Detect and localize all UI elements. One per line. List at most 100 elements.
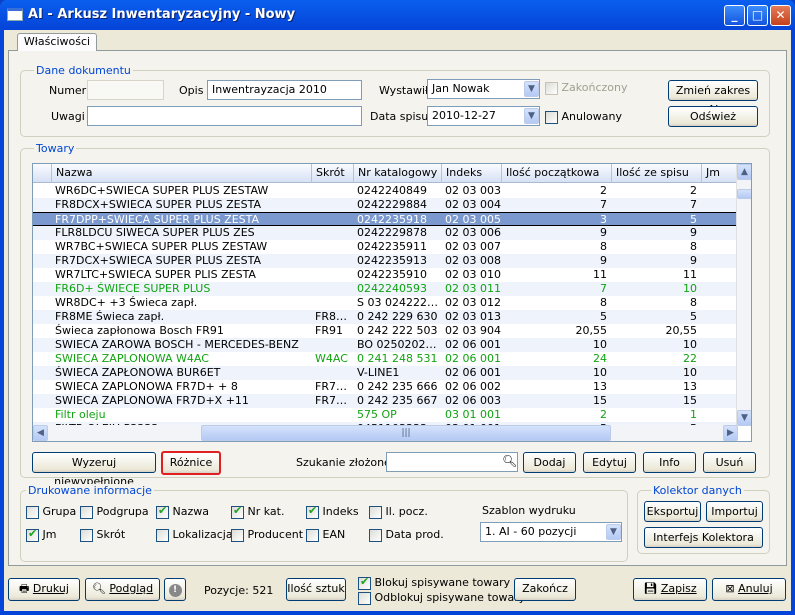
eksportuj-button[interactable]: Eksportuj — [644, 501, 701, 522]
scroll-down-icon[interactable]: ▼ — [737, 410, 751, 426]
print-option-checkbox[interactable]: Nr kat. — [231, 504, 284, 519]
uwagi-input[interactable] — [87, 106, 362, 126]
opis-input[interactable]: Inwentrayzacja 2010 — [207, 80, 362, 100]
scroll-up-icon[interactable]: ▲ — [737, 164, 751, 180]
print-option-checkbox[interactable]: Jm — [26, 527, 56, 542]
checkbox-box[interactable] — [26, 505, 39, 519]
table-row[interactable]: FR8DCX+SWIECA SUPER PLUS ZESTA 0242229884… — [33, 198, 738, 212]
checkbox-box[interactable] — [369, 528, 382, 542]
print-option-checkbox[interactable]: Lokalizacja — [156, 528, 233, 542]
table-row[interactable]: SWIECA ZAPLONOWA FR7D+ + 8 FR7… 0 242 235 … — [33, 380, 738, 394]
search-icon[interactable]: 🔍︎ — [502, 454, 517, 468]
print-option-checkbox[interactable]: EAN — [306, 528, 345, 542]
column-header-5[interactable]: Ilość ze spisu — [611, 164, 701, 183]
info-icon-button[interactable]: ! — [164, 578, 186, 601]
anuluj-button[interactable]: ⊠ Anuluj — [712, 578, 786, 601]
scroll-thumb[interactable] — [737, 189, 751, 199]
szukanie-input[interactable] — [386, 452, 518, 472]
wyzeruj-button[interactable]: Wyzeruj niewypełnione — [32, 452, 156, 488]
odblokuj-checkbox[interactable]: Odblokuj spisywane towary — [358, 591, 525, 605]
edytuj-button[interactable]: Edytuj — [583, 452, 636, 473]
drukuj-button[interactable]: 🖶 Drukuj — [8, 578, 80, 601]
numer-input[interactable] — [87, 80, 164, 100]
zakonczony-label: Zakończony — [561, 81, 628, 94]
table-row[interactable]: SWIECA ZAPLONOWA W4AC W4AC 0 241 248 531 02… — [33, 352, 738, 366]
table-row[interactable]: FR7DCX+SWIECA SUPER PLUS ZESTA 0242235913… — [33, 254, 738, 268]
print-option-checkbox[interactable]: Podgrupa — [80, 505, 149, 519]
print-option-checkbox[interactable]: Indeks — [306, 504, 359, 519]
szablon-select[interactable]: 1. AI - 60 pozycji ▼ — [480, 522, 622, 542]
horizontal-scrollbar[interactable]: ◀ ||| ▶ — [33, 425, 738, 441]
table-row[interactable]: FLR8LDCU SIWECA SUPER PLUS ZES 0242229878… — [33, 226, 738, 240]
anulowany-checkbox[interactable]: Anulowany — [545, 110, 622, 124]
zmien-zakres-button[interactable]: Zmień zakres AI — [668, 80, 758, 116]
table-row[interactable]: ŚWIECA ZAPŁONOWA BUR6ET V-LINE1 02 06 001 1… — [33, 366, 738, 380]
checkbox-box[interactable] — [306, 504, 319, 519]
print-option-checkbox[interactable]: Data prod. — [369, 528, 444, 542]
checkbox-box[interactable] — [358, 591, 371, 605]
table-row[interactable]: Filtr oleju 575 OP 03 01 001 2 1 — [33, 408, 738, 422]
table-row[interactable]: SWIECA ZAPLONOWA FR7D+X +11 FR7… 0 242 235… — [33, 394, 738, 408]
checkbox-box[interactable] — [369, 505, 382, 519]
table-row[interactable]: FR7DPP+SWIECA SUPER PLUS ZESTA 0242235918… — [33, 212, 738, 226]
close-button[interactable]: ✕ — [770, 5, 791, 26]
print-option-checkbox[interactable]: Il. pocz. — [369, 505, 428, 519]
tab-wlasciwosci[interactable]: Właściwości — [17, 33, 97, 51]
table-row[interactable]: WR6DC+SWIECA SUPER PLUS ZESTAW 0242240849… — [33, 184, 738, 198]
table-row[interactable]: FR6D+ ŚWIECE SUPER PLUS 0242240593 02 03 0… — [33, 282, 738, 296]
podglad-button[interactable]: 🔍︎ Podgląd — [85, 578, 160, 601]
print-option-checkbox[interactable]: Nazwa — [156, 504, 209, 519]
column-header-1[interactable]: Skrót — [311, 164, 353, 183]
chevron-down-icon[interactable]: ▼ — [524, 108, 539, 124]
interfejs-kolektora-button[interactable]: Interfejs Kolektora — [644, 527, 763, 548]
info-button[interactable]: Info — [643, 452, 696, 473]
app-icon — [7, 8, 23, 21]
zakonczony-checkbox[interactable]: Zakończony — [545, 81, 628, 95]
checkbox-box[interactable] — [231, 528, 244, 542]
wystawil-select[interactable]: Jan Nowak ▼ — [427, 79, 540, 99]
table-row[interactable]: FR8ME Świeca zapł. FR8… 0 242 229 630 02 03… — [33, 310, 738, 324]
checkbox-box[interactable] — [358, 575, 371, 590]
minimize-button[interactable]: _ — [724, 5, 745, 26]
table-row[interactable]: WR8DC+ +3 Świeca zapł. S 03 0242229… 02 03… — [33, 296, 738, 310]
checkbox-box[interactable] — [306, 528, 319, 542]
zapisz-button[interactable]: 💾︎ Zapisz — [633, 578, 707, 601]
checkbox-box[interactable] — [156, 528, 169, 542]
checkbox-box[interactable] — [80, 505, 93, 519]
column-header-4[interactable]: Ilość początkowa — [501, 164, 611, 183]
towary-grid[interactable]: Nazwa Skrót Nr katalogowy Indeks Ilość począ… — [32, 163, 752, 442]
column-header-2[interactable]: Nr katalogowy — [353, 164, 441, 183]
chevron-down-icon[interactable]: ▼ — [524, 81, 539, 97]
chevron-down-icon[interactable]: ▼ — [606, 524, 621, 540]
usun-button[interactable]: Usuń — [703, 452, 756, 473]
ilosc-sztuk-button[interactable]: Ilość sztuk — [286, 578, 346, 601]
checkbox-box[interactable] — [545, 81, 558, 95]
scroll-right-icon[interactable]: ▶ — [723, 425, 738, 441]
blokuj-checkbox[interactable]: Blokuj spisywane towary — [358, 575, 510, 590]
zakoncz-button[interactable]: Zakończ — [514, 578, 576, 601]
checkbox-box[interactable] — [80, 528, 93, 542]
table-row[interactable]: SWIECA ZAROWA BOSCH - MERCEDES-BENZ BO 02… — [33, 338, 738, 352]
scroll-left-icon[interactable]: ◀ — [33, 425, 48, 441]
column-header-0[interactable]: Nazwa — [51, 164, 311, 183]
print-option-checkbox[interactable]: Producent — [231, 528, 303, 542]
checkbox-box[interactable] — [231, 504, 244, 519]
table-row[interactable]: WR7BC+SWIECA SUPER PLUS ZESTAW 0242235911… — [33, 240, 738, 254]
data-spisu-picker[interactable]: 2010-12-27 ▼ — [427, 106, 540, 126]
odswiez-button[interactable]: Odśwież — [668, 106, 758, 127]
table-row[interactable]: Świeca zapłonowa Bosch FR91 FR91 0 242 222… — [33, 324, 738, 338]
dodaj-button[interactable]: Dodaj — [523, 452, 576, 473]
print-option-checkbox[interactable]: Grupa — [26, 505, 76, 519]
table-row[interactable]: WR7LTC+SWIECA SUPER PLIS ZESTA 0242235910… — [33, 268, 738, 282]
checkbox-box[interactable] — [545, 110, 558, 124]
checkbox-box[interactable] — [26, 527, 39, 542]
roznice-button[interactable]: Różnice — [161, 451, 221, 475]
checkbox-box[interactable] — [156, 504, 169, 519]
print-option-checkbox[interactable]: Skrót — [80, 528, 125, 542]
column-header-6[interactable]: Jm — [701, 164, 738, 183]
maximize-button[interactable]: □ — [747, 5, 768, 26]
importuj-button[interactable]: Importuj — [706, 501, 763, 522]
scroll-thumb[interactable]: ||| — [201, 425, 611, 441]
column-header-3[interactable]: Indeks — [441, 164, 501, 183]
vertical-scrollbar[interactable]: ▲ ▼ — [736, 164, 751, 426]
